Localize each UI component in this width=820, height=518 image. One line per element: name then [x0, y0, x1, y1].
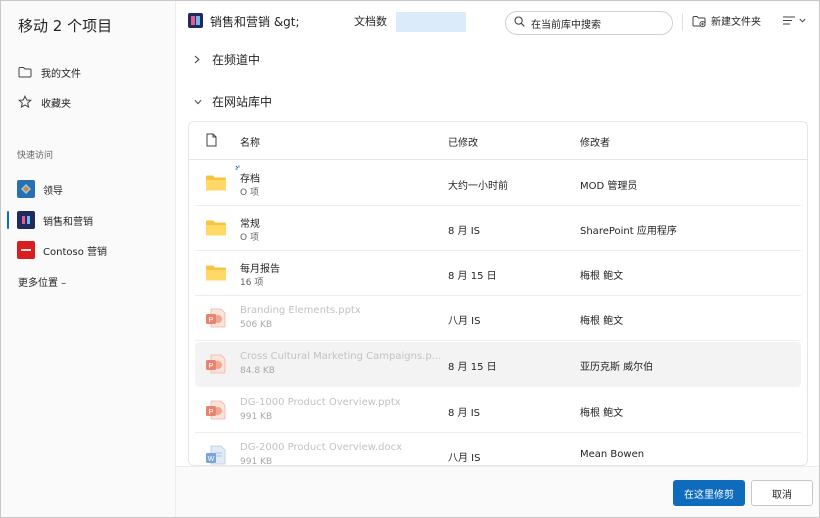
breadcrumb-current-highlight	[396, 12, 466, 32]
chevron-down-icon	[799, 18, 806, 23]
table-row[interactable]: W DG-2000 Product Overview.docx 991 KB 八…	[195, 433, 801, 466]
row-sub: 991 KB	[240, 457, 273, 466]
dialog-footer: 在这里修剪 取消	[176, 466, 819, 517]
site-contoso-marketing[interactable]: Contoso 营销	[1, 237, 176, 263]
table-row[interactable]: 存档 O 项 大约一小时前 MOD 管理员	[195, 161, 801, 206]
row-modified-by: 亚历克斯 威尔伯	[580, 362, 654, 373]
folder-icon	[205, 217, 227, 239]
new-folder-button[interactable]: 新建文件夹	[692, 13, 761, 28]
row-name: Cross Cultural Marketing Campaigns.p...	[240, 351, 442, 362]
search-icon	[514, 16, 525, 30]
header-divider	[682, 13, 683, 31]
star-icon	[17, 94, 33, 110]
library-search-input[interactable]: 在当前库中搜索	[505, 11, 673, 35]
row-modified: 8 月 15 日	[448, 271, 497, 282]
chevron-right-icon	[194, 55, 202, 64]
view-options-button[interactable]	[782, 15, 806, 26]
nav-my-files[interactable]: 我的文件	[1, 59, 176, 85]
dialog-header: 销售和营销 &gt; 文档数 在当前库中搜索 新建文件夹	[176, 1, 819, 43]
file-list: 名称 已修改 修改者 存档 O 项 大约一小时前 MOD 管理员 常规 O 项 …	[188, 121, 808, 466]
move-here-button[interactable]: 在这里修剪	[673, 480, 745, 506]
new-folder-icon	[692, 15, 706, 27]
row-modified: 8 月 IS	[448, 226, 481, 237]
cancel-button[interactable]: 取消	[751, 480, 813, 506]
nav-favorites-label: 收藏夹	[41, 98, 71, 110]
powerpoint-file-icon: P	[205, 399, 227, 421]
row-modified: 八月 IS	[448, 316, 481, 327]
row-sub: O 项	[240, 188, 259, 198]
svg-text:P: P	[209, 363, 214, 370]
row-modified: 八月 IS	[448, 453, 481, 464]
row-sub: 84.8 KB	[240, 366, 275, 376]
folder-icon	[205, 262, 227, 284]
svg-text:P: P	[209, 317, 214, 324]
row-modified: 大约一小时前	[448, 181, 508, 192]
column-header-modified-by[interactable]: 修改者	[580, 134, 610, 149]
svg-text:W: W	[208, 456, 215, 463]
site-sales-marketing-icon	[17, 211, 35, 229]
row-name: 存档	[240, 174, 260, 185]
row-name: DG-1000 Product Overview.pptx	[240, 397, 401, 408]
folder-icon	[205, 172, 227, 194]
site-sales-marketing-label: 销售和营销	[43, 216, 93, 228]
site-leadership-icon	[17, 180, 35, 198]
row-sub: 16 项	[240, 278, 264, 288]
nav-my-files-label: 我的文件	[41, 68, 81, 80]
row-name: Branding Elements.pptx	[240, 305, 361, 316]
row-sub: 991 KB	[240, 412, 273, 422]
table-row[interactable]: 每月报告 16 项 8 月 15 日 梅根 鲍文	[195, 251, 801, 296]
new-folder-label: 新建文件夹	[711, 17, 761, 28]
powerpoint-file-icon: P	[205, 353, 227, 375]
table-row[interactable]: P Branding Elements.pptx 506 KB 八月 IS 梅根…	[195, 296, 801, 341]
site-leadership[interactable]: 领导	[1, 176, 176, 202]
row-sub: O 项	[240, 233, 259, 243]
search-placeholder: 在当前库中搜索	[531, 19, 601, 31]
group-in-library[interactable]: 在网站库中	[194, 93, 272, 110]
row-modified: 8 月 15 日	[448, 362, 497, 373]
row-modified-by: Mean Bowen	[580, 449, 645, 460]
group-in-library-label: 在网站库中	[212, 95, 273, 109]
svg-text:P: P	[209, 409, 214, 416]
row-modified: 8 月 IS	[448, 408, 481, 419]
site-contoso-label: Contoso 营销	[43, 246, 107, 258]
word-file-icon: W	[205, 444, 227, 465]
quick-access-label: 快速访问	[17, 151, 54, 161]
chevron-down-icon	[194, 98, 202, 106]
powerpoint-file-icon: P	[205, 307, 227, 329]
group-in-channel-label: 在频道中	[212, 53, 261, 67]
row-modified-by: 梅根 鲍文	[580, 316, 624, 327]
site-contoso-icon	[17, 241, 35, 259]
breadcrumb-site-icon	[188, 13, 203, 28]
row-modified-by: MOD 管理员	[580, 181, 638, 192]
breadcrumb-current[interactable]: 文档数	[354, 13, 387, 29]
row-modified-by: SharePoint 应用程序	[580, 226, 677, 237]
nav-favorites[interactable]: 收藏夹	[1, 89, 176, 115]
row-name: DG-2000 Product Overview.docx	[240, 442, 403, 453]
file-type-icon	[206, 133, 217, 150]
table-row[interactable]: 常规 O 项 8 月 IS SharePoint 应用程序	[195, 206, 801, 251]
row-sub: 506 KB	[240, 320, 273, 330]
row-name: 常规	[240, 219, 260, 230]
move-items-dialog: 移动 2 个项目 我的文件 收藏夹 快速访问 领导 销售和营销 Contoso …	[0, 0, 820, 518]
row-name: 每月报告	[240, 264, 280, 275]
list-view-icon	[782, 15, 796, 26]
left-pane: 移动 2 个项目 我的文件 收藏夹 快速访问 领导 销售和营销 Contoso …	[1, 1, 176, 517]
group-in-channel[interactable]: 在频道中	[194, 51, 260, 68]
site-leadership-label: 领导	[43, 185, 63, 197]
column-header-name[interactable]: 名称	[240, 134, 260, 149]
row-modified-by: 梅根 鲍文	[580, 271, 624, 282]
row-modified-by: 梅根 鲍文	[580, 408, 624, 419]
breadcrumb-site[interactable]: 销售和营销 &gt;	[210, 13, 300, 30]
site-sales-marketing[interactable]: 销售和营销	[1, 207, 176, 233]
file-list-header: 名称 已修改 修改者	[189, 122, 807, 160]
column-header-modified[interactable]: 已修改	[448, 134, 478, 149]
more-places-link[interactable]: 更多位置 –	[18, 274, 66, 289]
table-row[interactable]: P DG-1000 Product Overview.pptx 991 KB 8…	[195, 388, 801, 433]
dialog-title: 移动 2 个项目	[18, 17, 113, 35]
folder-icon	[17, 64, 33, 80]
table-row[interactable]: P Cross Cultural Marketing Campaigns.p..…	[195, 342, 801, 387]
